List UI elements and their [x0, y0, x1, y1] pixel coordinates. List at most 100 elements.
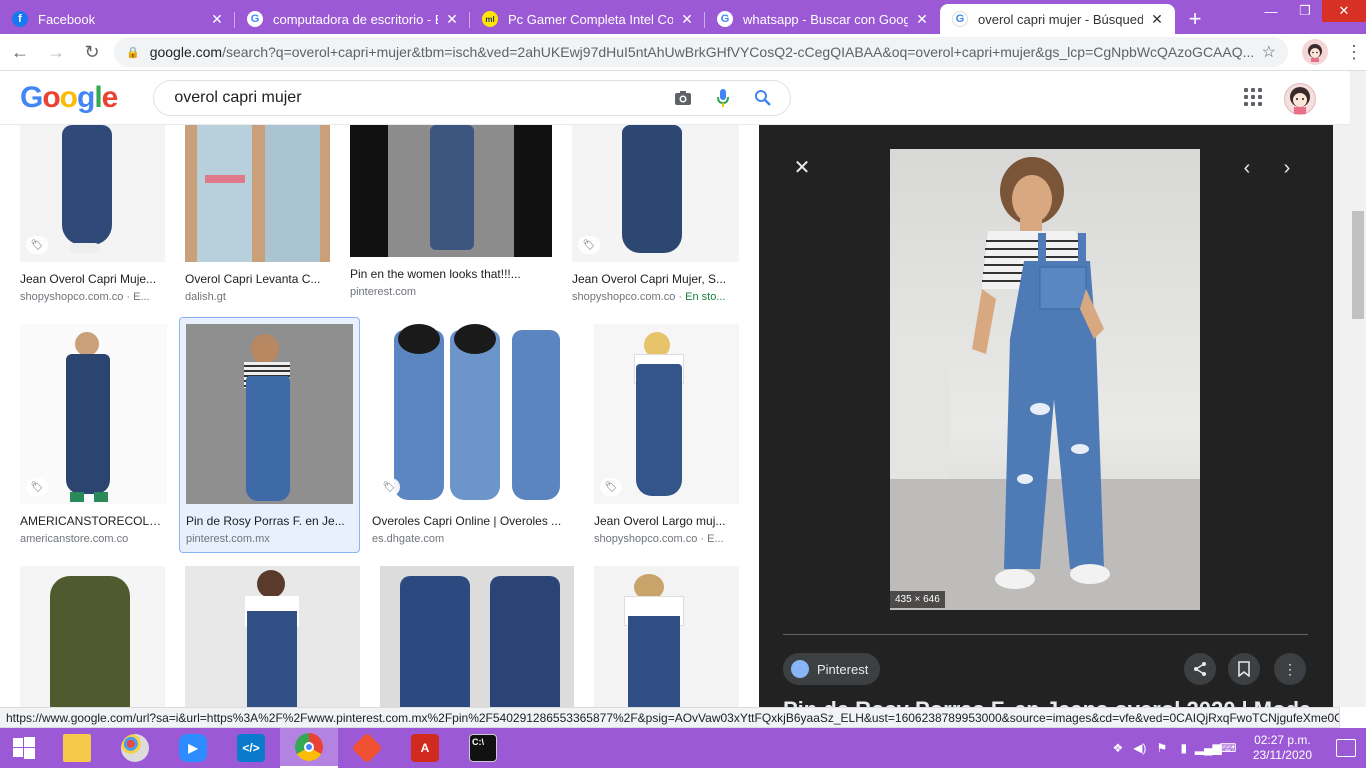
result-thumbnail[interactable]	[20, 566, 165, 707]
dropbox-icon[interactable]: ❖	[1107, 741, 1129, 755]
result-card[interactable]: 🏷 Jean Overol Capri Mujer, S... shopysho…	[572, 125, 739, 303]
result-thumbnail[interactable]	[185, 566, 360, 707]
result-caption[interactable]: Jean Overol Largo muj...	[594, 514, 739, 528]
taskbar-paint[interactable]	[106, 728, 164, 768]
preview-image[interactable]	[890, 149, 1200, 610]
reload-icon[interactable]: ↻	[76, 36, 108, 68]
taskbar-acrobat[interactable]: A	[396, 728, 454, 768]
result-card[interactable]: 🏷 Jean Overol Capri Muje... shopyshopco.…	[20, 125, 165, 303]
result-thumbnail[interactable]	[594, 566, 739, 707]
restore-icon[interactable]: ❐	[1288, 0, 1322, 22]
flag-icon[interactable]: ⚑	[1151, 741, 1173, 755]
tab-whatsapp[interactable]: G whatsapp - Buscar con Google ✕	[705, 4, 940, 34]
tab-facebook[interactable]: f Facebook ✕	[0, 4, 235, 34]
source-button[interactable]: Pinterest	[783, 653, 881, 685]
more-options-icon[interactable]: ⋮	[1274, 653, 1306, 685]
page-scrollbar[interactable]	[1350, 71, 1366, 707]
taskbar-vscode[interactable]: </>	[222, 728, 280, 768]
result-card[interactable]	[185, 566, 360, 707]
new-tab-button[interactable]: +	[1175, 4, 1215, 34]
forward-arrow-icon[interactable]: →	[40, 36, 72, 68]
result-thumbnail[interactable]	[350, 125, 552, 257]
close-icon[interactable]: ✕	[791, 157, 813, 179]
google-logo[interactable]: Google	[20, 81, 118, 115]
result-caption[interactable]: Overoles Capri Online | Overoles ...	[372, 514, 574, 528]
close-tab-icon[interactable]: ✕	[679, 11, 695, 28]
result-thumbnail[interactable]	[185, 125, 330, 262]
image-preview-panel: ✕ ‹ › 435 × 646 Pinterest ⋮	[759, 125, 1333, 707]
preview-title[interactable]: Pin de Rosy Porras F. en Jeans overol 20…	[783, 697, 1313, 707]
signal-icon[interactable]: ▂▄▆	[1195, 741, 1222, 755]
result-card[interactable]	[20, 566, 165, 707]
price-tag-icon: 🏷	[578, 236, 600, 254]
notification-center-icon[interactable]	[1336, 739, 1356, 757]
taskbar-file-explorer[interactable]	[48, 728, 106, 768]
profile-avatar[interactable]	[1302, 39, 1328, 65]
bookmark-star-icon[interactable]: ☆	[1262, 42, 1276, 62]
close-tab-icon[interactable]: ✕	[209, 11, 225, 28]
google-icon: G	[952, 11, 968, 27]
result-caption[interactable]: Overol Capri Levanta C...	[185, 272, 330, 286]
tab-pc-gamer[interactable]: ml Pc Gamer Completa Intel Core i ✕	[470, 4, 705, 34]
minimize-icon[interactable]: —	[1254, 0, 1288, 22]
scrollbar-thumb[interactable]	[1352, 211, 1364, 319]
volume-icon[interactable]: ◀)	[1129, 741, 1151, 755]
taskbar-git[interactable]	[338, 728, 396, 768]
battery-icon[interactable]: ▮	[1173, 741, 1195, 755]
result-thumbnail[interactable]	[380, 566, 574, 707]
result-card[interactable]: Pin en the women looks that!!!... pinter…	[350, 125, 552, 298]
close-tab-icon[interactable]: ✕	[914, 11, 930, 28]
taskbar-terminal[interactable]: C:\	[454, 728, 512, 768]
result-caption[interactable]: Pin de Rosy Porras F. en Je...	[186, 514, 353, 528]
result-thumbnail[interactable]: 🏷	[20, 125, 165, 262]
url-text[interactable]: google.com/search?q=overol+capri+mujer&t…	[150, 44, 1262, 60]
result-caption[interactable]: Jean Overol Capri Muje...	[20, 272, 165, 286]
camera-icon[interactable]	[672, 87, 694, 109]
result-thumbnail[interactable]: 🏷	[572, 125, 739, 262]
clock[interactable]: 02:27 p.m. 23/11/2020	[1253, 733, 1312, 763]
result-card[interactable]	[594, 566, 739, 707]
tab-overol-active[interactable]: G overol capri mujer - Búsqueda d ✕	[940, 4, 1175, 34]
windows-start-icon[interactable]	[0, 728, 48, 768]
google-icon: G	[247, 11, 263, 27]
result-source: es.dhgate.com	[372, 533, 445, 545]
account-avatar[interactable]	[1284, 83, 1316, 115]
result-thumbnail[interactable]: 🏷	[20, 324, 167, 504]
chevron-right-icon[interactable]: ›	[1277, 157, 1297, 180]
result-source: dalish.gt	[185, 291, 226, 303]
result-card[interactable]: 🏷 Jean Overol Largo muj... shopyshopco.c…	[594, 324, 739, 545]
result-caption[interactable]: Jean Overol Capri Mujer, S...	[572, 272, 739, 286]
image-dimensions: 435 × 646	[890, 591, 945, 608]
share-icon[interactable]	[1184, 653, 1216, 685]
microphone-icon[interactable]	[712, 87, 734, 109]
kebab-menu-icon[interactable]: ⋮	[1342, 40, 1366, 64]
result-thumbnail[interactable]: 🏷	[372, 324, 574, 504]
bookmark-icon[interactable]	[1228, 653, 1260, 685]
tab-computadora[interactable]: G computadora de escritorio - Bus ✕	[235, 4, 470, 34]
result-card[interactable]: Overol Capri Levanta C... dalish.gt	[185, 125, 330, 303]
chevron-left-icon[interactable]: ‹	[1237, 157, 1257, 180]
lock-icon[interactable]: 🔒	[126, 46, 140, 59]
result-card-selected[interactable]: Pin de Rosy Porras F. en Je... pinterest…	[179, 317, 360, 553]
search-input[interactable]	[174, 88, 655, 107]
tab-title: Facebook	[38, 11, 96, 27]
address-bar[interactable]: 🔒 google.com/search?q=overol+capri+mujer…	[114, 37, 1288, 67]
close-tab-icon[interactable]: ✕	[444, 11, 460, 28]
close-window-icon[interactable]: ✕	[1322, 0, 1366, 22]
result-caption[interactable]: Pin en the women looks that!!!...	[350, 267, 552, 281]
price-tag-icon: 🏷	[26, 236, 48, 254]
taskbar-chrome[interactable]	[280, 728, 338, 768]
result-card[interactable]: 🏷 AMERICANSTORECOLO... americanstore.com…	[20, 324, 167, 545]
keyboard-icon[interactable]: ⌨	[1217, 741, 1239, 755]
result-source: pinterest.com	[350, 286, 417, 298]
search-icon[interactable]	[752, 87, 774, 109]
result-card[interactable]	[380, 566, 574, 707]
result-card[interactable]: 🏷 Overoles Capri Online | Overoles ... e…	[372, 324, 574, 545]
result-thumbnail[interactable]: 🏷	[594, 324, 739, 504]
close-tab-icon[interactable]: ✕	[1149, 11, 1165, 28]
google-apps-icon[interactable]	[1244, 88, 1262, 106]
back-arrow-icon[interactable]: ←	[4, 36, 36, 68]
result-thumbnail[interactable]	[186, 324, 353, 504]
result-caption[interactable]: AMERICANSTORECOLO...	[20, 514, 167, 528]
taskbar-zoom[interactable]: ▶	[164, 728, 222, 768]
